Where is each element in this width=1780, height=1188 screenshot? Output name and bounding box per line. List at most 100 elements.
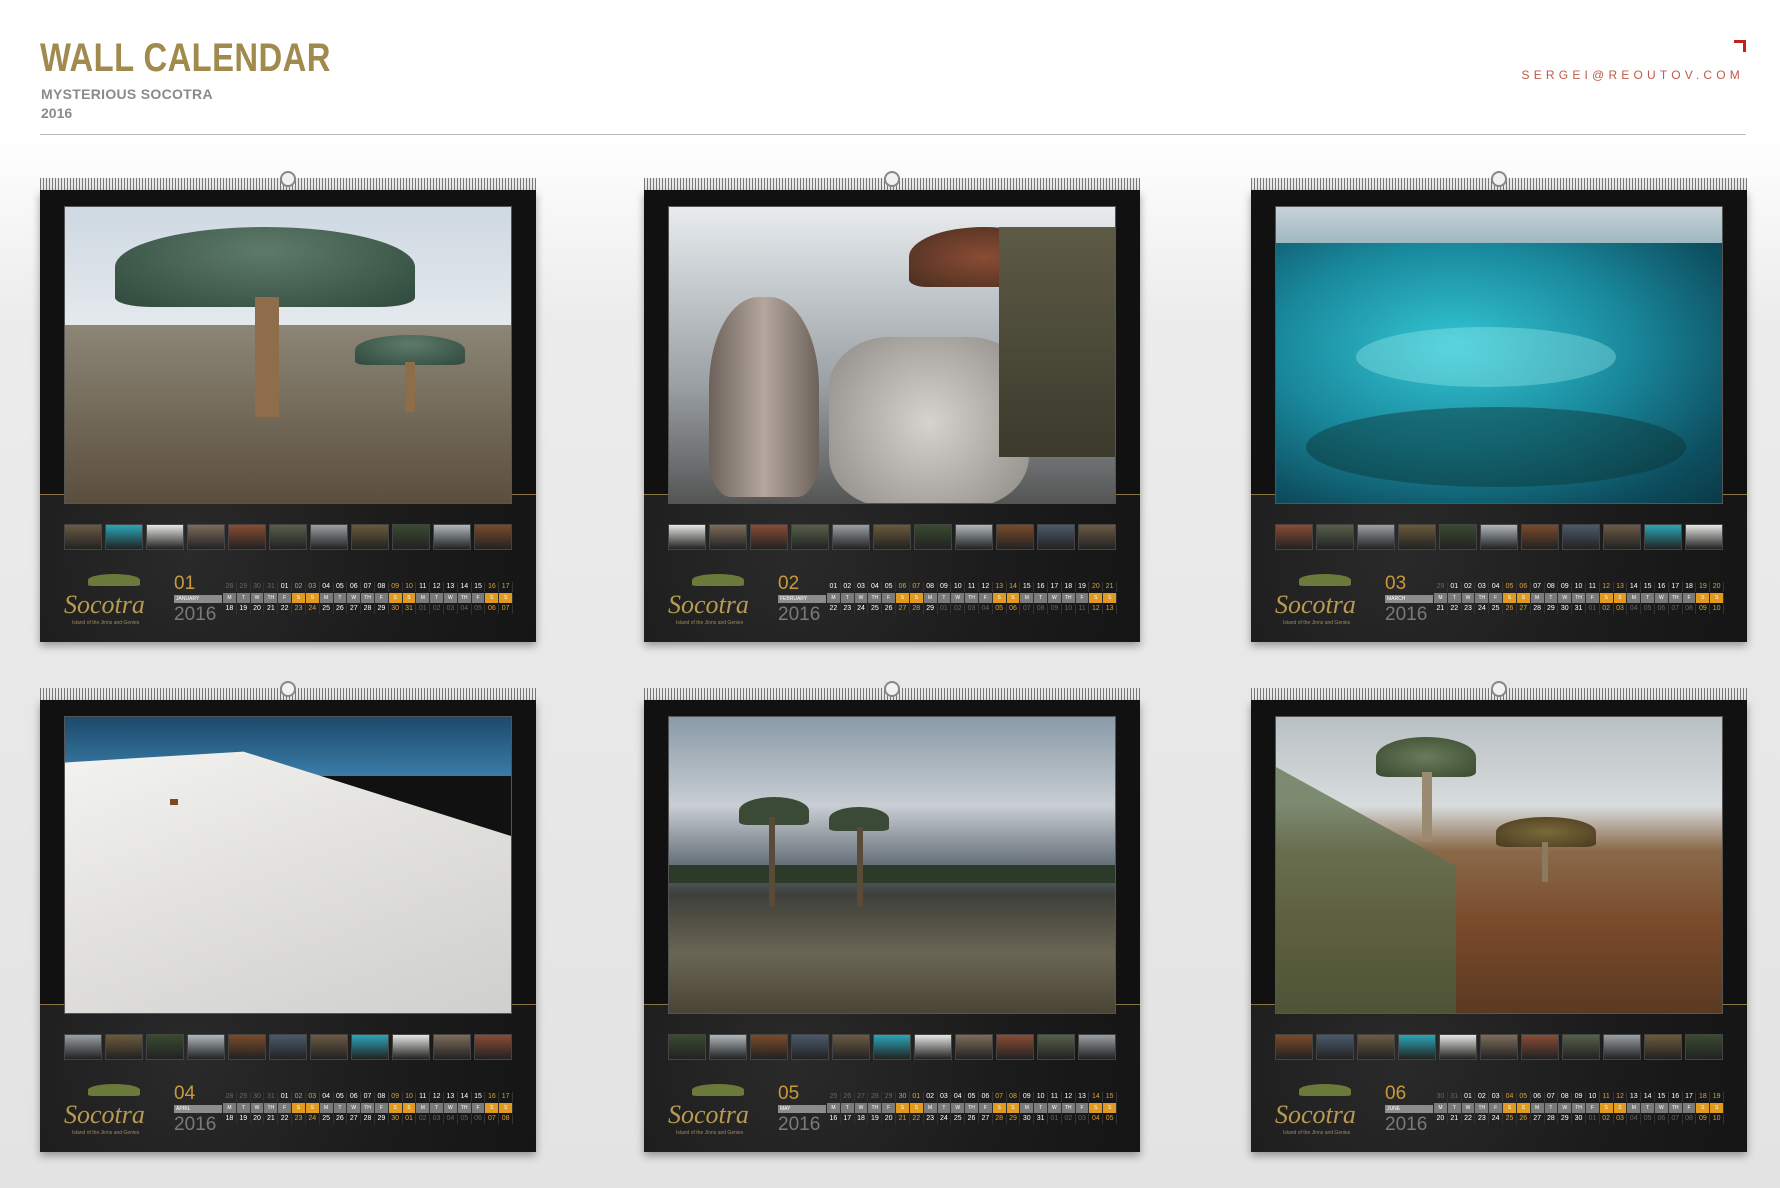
day-cell: 10	[1586, 1092, 1600, 1102]
thumbnail	[1521, 524, 1559, 550]
weekday-label: TH	[1668, 1103, 1683, 1113]
date-row: 18 19 20 21 22 23 24 25 26 27 28 29 30 01 02 03 04 05 06 07…	[223, 1114, 514, 1124]
weekday-label: F	[374, 593, 389, 603]
day-cell: 07	[910, 582, 924, 592]
calendar-04[interactable]: Socotra Island of the Jinns and Genies 0…	[40, 681, 536, 1152]
day-cell: 30	[1572, 1114, 1586, 1124]
weekday-label: S	[305, 1103, 320, 1113]
day-cell: 25	[1503, 1114, 1517, 1124]
thumbnail-strip	[64, 1034, 512, 1060]
day-cell: 19	[868, 1114, 883, 1124]
day-cell: 11	[416, 582, 431, 592]
logo-wordmark: Socotra	[1275, 1100, 1356, 1129]
day-cell: 09	[1020, 1092, 1035, 1102]
weekday-label: M	[1020, 593, 1035, 603]
calendar-02[interactable]: Socotra Island of the Jinns and Genies 0…	[644, 171, 1140, 642]
weekday-label: S	[992, 1103, 1007, 1113]
day-cell: 23	[292, 1114, 306, 1124]
weekday-label: W	[347, 1103, 362, 1113]
thumbnail	[187, 524, 225, 550]
day-cell: 16	[1034, 582, 1048, 592]
weekday-row: M T W TH F S S M T W TH F S S M T W TH F S S	[827, 1103, 1118, 1113]
day-cell: 08	[375, 582, 389, 592]
weekday-label: TH	[457, 593, 472, 603]
day-cell: 05	[1103, 1114, 1118, 1124]
weekday-label: M	[1627, 1103, 1642, 1113]
thumbnail	[105, 1034, 143, 1060]
weekday-label: T	[840, 1103, 855, 1113]
day-cell: 07	[499, 604, 514, 614]
day-cell: 31	[1572, 604, 1586, 614]
day-cell: 03	[855, 582, 869, 592]
day-cell: 13	[1103, 604, 1118, 614]
day-cell: 28	[223, 582, 237, 592]
calendar-03[interactable]: Socotra Island of the Jinns and Genies 0…	[1251, 171, 1747, 642]
day-cell: 13	[993, 582, 1007, 592]
calendar-05[interactable]: Socotra Island of the Jinns and Genies 0…	[644, 681, 1140, 1152]
day-cell: 06	[1517, 582, 1531, 592]
thumbnail	[64, 524, 102, 550]
weekday-label: T	[1641, 1103, 1655, 1113]
weekday-label: F	[978, 1103, 993, 1113]
thumbnail-strip	[668, 524, 1116, 550]
day-cell: 08	[1683, 1114, 1697, 1124]
month-year: 2016	[778, 604, 821, 625]
day-cell: 28	[361, 604, 375, 614]
thumbnail	[105, 524, 143, 550]
calendar-06[interactable]: Socotra Island of the Jinns and Genies 0…	[1251, 681, 1747, 1152]
day-cell: 07	[1545, 1092, 1559, 1102]
day-cell: 29	[924, 604, 938, 614]
day-cell: 02	[951, 604, 966, 614]
weekday-label: TH	[1668, 593, 1683, 603]
day-cell: 29	[1434, 582, 1448, 592]
weekday-label: TH	[965, 1103, 979, 1113]
day-cell: 02	[1600, 1114, 1614, 1124]
socotra-logo: Socotra Island of the Jinns and Genies	[1269, 1082, 1369, 1142]
day-cell: 25	[868, 604, 883, 614]
page-year: 2016	[41, 105, 73, 121]
day-cell: 29	[375, 1114, 389, 1124]
thumbnail	[1603, 524, 1641, 550]
thumbnail	[1316, 524, 1354, 550]
weekday-label: T	[1641, 593, 1655, 603]
day-cell: 05	[458, 1114, 472, 1124]
corner-bracket-icon	[1734, 40, 1746, 52]
day-cell: 21	[1448, 1114, 1462, 1124]
dragon-tree-icon	[1299, 1084, 1351, 1096]
day-cell: 21	[1434, 604, 1448, 614]
thumbnail	[1275, 1034, 1313, 1060]
hanger-ring-icon	[884, 171, 900, 187]
date-grid: 30 31 01 02 03 04 05 06 07 08 09 10 11 12 13 14 15 16 17 18…	[1434, 1092, 1725, 1125]
day-cell: 03	[306, 582, 320, 592]
day-cell: 12	[1089, 604, 1104, 614]
day-cell: 20	[251, 604, 265, 614]
day-cell: 02	[1462, 582, 1476, 592]
logo-wordmark: Socotra	[668, 1100, 749, 1129]
day-cell: 13	[444, 1092, 458, 1102]
day-cell: 21	[264, 604, 279, 614]
weekday-label: F	[882, 593, 897, 603]
month-year: 2016	[1385, 604, 1428, 625]
weekday-label: T	[840, 593, 855, 603]
weekday-label: T	[1544, 593, 1559, 603]
day-cell: 19	[1076, 582, 1090, 592]
calendar-01[interactable]: Socotra Island of the Jinns and Genies 0…	[40, 171, 536, 642]
month-year: 2016	[174, 1114, 217, 1135]
page-header: WALL CALENDAR MYSTERIOUS SOCOTRA 2016 SE…	[40, 30, 1746, 136]
day-cell: 11	[1048, 1092, 1062, 1102]
day-cell: 30	[389, 1114, 403, 1124]
thumbnail	[1685, 524, 1723, 550]
day-cell: 03	[1076, 1114, 1090, 1124]
calendar-board: Socotra Island of the Jinns and Genies 0…	[40, 190, 536, 642]
day-cell: 24	[1489, 1114, 1504, 1124]
day-cell: 01	[1586, 604, 1600, 614]
thumbnail-strip	[1275, 1034, 1723, 1060]
contact-email[interactable]: SERGEI@REOUTOV.COM	[1522, 68, 1744, 82]
calendar-board: Socotra Island of the Jinns and Genies 0…	[644, 190, 1140, 642]
day-cell: 07	[1669, 1114, 1683, 1124]
thumbnail	[791, 524, 829, 550]
weekday-label: W	[444, 593, 458, 603]
day-cell: 24	[306, 1114, 320, 1124]
calendar-board: Socotra Island of the Jinns and Genies 0…	[1251, 700, 1747, 1152]
day-cell: 12	[1600, 582, 1614, 592]
